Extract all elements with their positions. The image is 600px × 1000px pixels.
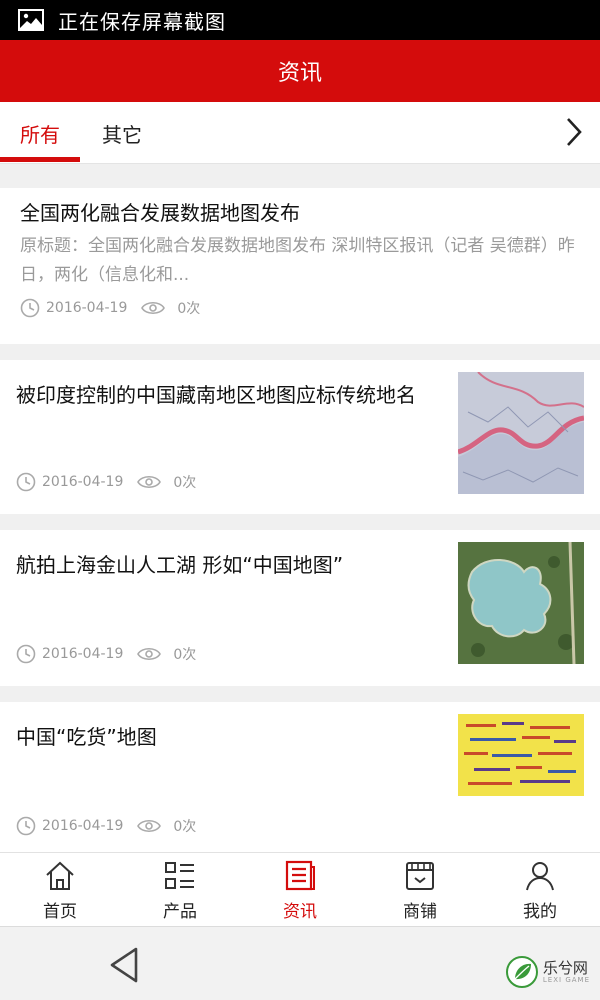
- nav-home-label: 首页: [43, 901, 77, 922]
- back-triangle-icon[interactable]: [106, 945, 146, 985]
- user-icon: [526, 861, 554, 890]
- eye-icon: [137, 475, 162, 489]
- tab-other[interactable]: 其它: [82, 102, 162, 164]
- nav-news-label: 资讯: [283, 901, 317, 922]
- news-views: 0次: [177, 301, 201, 317]
- news-date: 2016-04-19: [46, 300, 128, 316]
- news-icon: [285, 860, 315, 890]
- news-summary: 原标题：全国两化融合发展数据地图发布 深圳特区报讯（记者 吴德群）昨日，两化（信…: [20, 236, 575, 285]
- watermark: 乐兮网 LEXI GAME: [505, 955, 590, 989]
- news-item[interactable]: 被印度控制的中国藏南地区地图应标传统地名 2016-04-19 0次: [0, 360, 600, 514]
- home-icon: [46, 861, 74, 890]
- watermark-subtext: LEXI GAME: [542, 976, 590, 984]
- news-views: 0次: [173, 647, 197, 663]
- system-navigation-bar: 乐兮网 LEXI GAME: [0, 926, 600, 1000]
- news-item[interactable]: 中国“吃货”地图 2016-04-19 0次: [0, 702, 600, 852]
- eye-icon: [137, 819, 162, 833]
- page-title: 资讯: [277, 61, 322, 86]
- page-header: 资讯: [0, 40, 600, 102]
- nav-products-label: 产品: [163, 901, 197, 922]
- nav-profile[interactable]: 我的: [480, 853, 600, 927]
- news-date: 2016-04-19: [42, 818, 124, 834]
- news-date: 2016-04-19: [42, 646, 124, 662]
- leaf-logo-icon: [505, 956, 538, 988]
- clock-icon: [16, 644, 36, 664]
- clock-icon: [16, 472, 36, 492]
- news-meta: 2016-04-19 0次: [16, 644, 196, 664]
- chevron-right-icon[interactable]: [560, 114, 588, 150]
- nav-shop[interactable]: 商铺: [360, 853, 480, 927]
- news-title: 中国“吃货”地图: [16, 725, 157, 749]
- nav-profile-label: 我的: [523, 901, 557, 922]
- product-grid-icon: [165, 861, 194, 889]
- tab-all[interactable]: 所有: [0, 102, 80, 164]
- map-thumbnail: [458, 372, 584, 494]
- nav-home[interactable]: 首页: [0, 853, 120, 927]
- category-tabs: 所有 其它: [0, 102, 600, 164]
- news-meta: 2016-04-19 0次: [16, 816, 196, 836]
- shop-icon: [406, 861, 434, 890]
- clock-icon: [16, 816, 36, 836]
- eye-icon: [137, 647, 162, 661]
- image-icon: [18, 9, 44, 31]
- nav-shop-label: 商铺: [403, 901, 437, 922]
- news-meta: 2016-04-19 0次: [16, 472, 196, 492]
- aerial-lake-thumbnail: [458, 542, 584, 664]
- nav-news[interactable]: 资讯: [240, 853, 360, 927]
- status-bar: 正在保存屏幕截图: [0, 0, 600, 40]
- active-tab-indicator: [0, 157, 80, 162]
- news-date: 2016-04-19: [42, 474, 124, 490]
- news-meta: 2016-04-19 0次: [20, 298, 200, 318]
- news-item[interactable]: 全国两化融合发展数据地图发布 原标题：全国两化融合发展数据地图发布 深圳特区报讯…: [0, 188, 600, 344]
- watermark-text: 乐兮网: [542, 959, 588, 977]
- clock-icon: [20, 298, 40, 318]
- eye-icon: [141, 301, 166, 315]
- food-map-thumbnail: [458, 714, 584, 796]
- status-text: 正在保存屏幕截图: [58, 9, 226, 34]
- news-title: 全国两化融合发展数据地图发布: [20, 201, 300, 225]
- news-title: 被印度控制的中国藏南地区地图应标传统地名: [16, 383, 416, 407]
- bottom-navigation: 首页 产品 资讯 商铺 我的: [0, 852, 600, 926]
- news-views: 0次: [173, 819, 197, 835]
- news-title: 航拍上海金山人工湖 形如“中国地图”: [16, 553, 344, 577]
- news-views: 0次: [173, 475, 197, 491]
- news-item[interactable]: 航拍上海金山人工湖 形如“中国地图” 2016-04-19 0次: [0, 530, 600, 686]
- nav-products[interactable]: 产品: [120, 853, 240, 927]
